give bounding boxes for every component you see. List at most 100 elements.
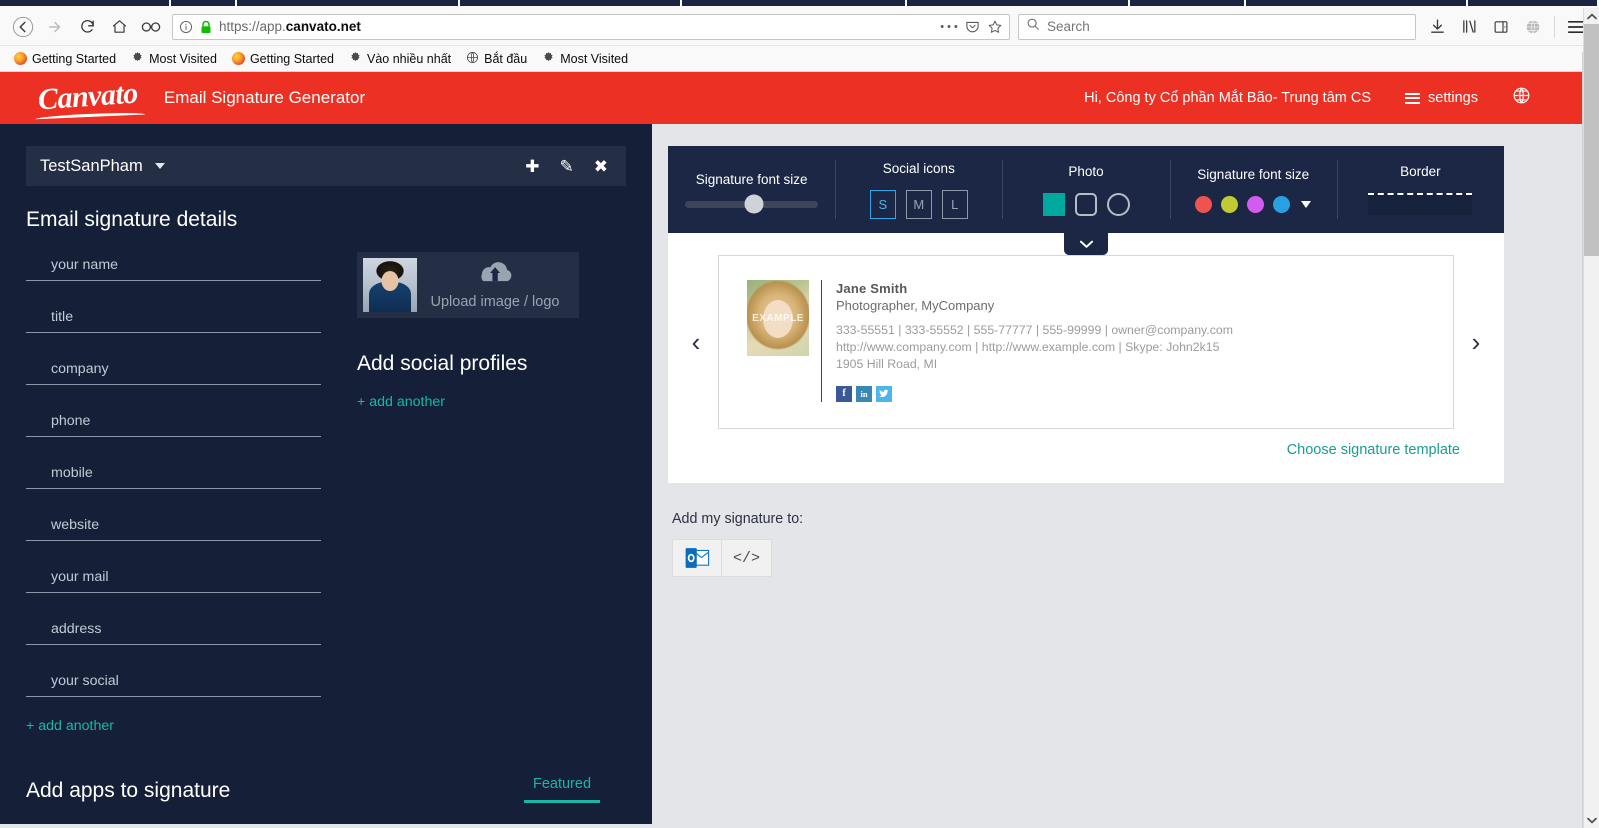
facebook-icon[interactable]: f — [836, 385, 852, 402]
home-button[interactable] — [104, 13, 134, 41]
photo-shape-circle[interactable] — [1106, 192, 1130, 216]
delete-signature-button[interactable]: ✖ — [594, 158, 608, 175]
page-info-icon[interactable] — [179, 20, 193, 34]
language-globe-icon[interactable] — [1512, 86, 1531, 110]
social-size-s[interactable]: S — [869, 189, 896, 219]
edit-signature-button[interactable]: ✎ — [560, 158, 574, 175]
tab-featured[interactable]: Featured — [524, 776, 600, 803]
scrollbar-track[interactable] — [1583, 24, 1599, 812]
toolbar-group-social-icons: Social icons S M L — [835, 146, 1002, 233]
next-template-arrow[interactable]: › — [1454, 329, 1498, 355]
signature-name: TestSanPham — [40, 156, 143, 175]
add-signature-to-label: Add my signature to: — [672, 511, 804, 527]
pocket-icon[interactable] — [965, 19, 980, 34]
field-address[interactable]: address — [26, 614, 321, 645]
bookmark-item[interactable]: Getting Started — [226, 50, 340, 68]
twitter-icon[interactable] — [876, 385, 892, 402]
tab[interactable] — [237, 0, 458, 6]
field-title[interactable]: title — [26, 302, 321, 333]
social-size-l[interactable]: L — [941, 189, 968, 219]
social-add-another-link[interactable]: + add another — [357, 394, 626, 410]
tab-active[interactable] — [907, 0, 1128, 6]
color-swatch-magenta[interactable] — [1247, 195, 1265, 213]
page-scrollbar[interactable] — [1583, 8, 1599, 828]
field-placeholder: address — [51, 621, 102, 637]
signature-fields: your name title company phone mobile web… — [26, 250, 321, 734]
slider-knob[interactable] — [744, 194, 764, 214]
outlook-button[interactable] — [672, 539, 722, 577]
scroll-down-arrow[interactable] — [1586, 812, 1597, 828]
field-website[interactable]: website — [26, 510, 321, 541]
browser-toolbar: https://app.canvato.net Search — [0, 8, 1599, 46]
html-code-button[interactable]: </> — [722, 539, 772, 577]
upload-image-box[interactable]: Upload image / logo — [357, 252, 579, 318]
library-icon[interactable] — [1454, 13, 1484, 41]
bookmark-item[interactable]: Vào nhiều nhất — [343, 49, 457, 69]
field-your-mail[interactable]: your mail — [26, 562, 321, 593]
bookmark-label: Most Visited — [149, 51, 217, 66]
signature-name-text: Jane Smith — [836, 281, 908, 296]
downloads-icon[interactable] — [1422, 13, 1452, 41]
tab[interactable] — [0, 0, 169, 6]
chevron-down-icon[interactable] — [154, 163, 165, 169]
signature-preview-card: Signature font size Social icons S M L P… — [668, 146, 1504, 483]
prev-template-arrow[interactable]: ‹ — [674, 329, 718, 355]
add-signature-button[interactable]: ✚ — [525, 158, 539, 175]
bookmark-item[interactable]: Most Visited — [125, 49, 223, 69]
color-swatch-red[interactable] — [1195, 195, 1213, 213]
tab[interactable] — [681, 0, 906, 6]
toolbar-group-font-size: Signature font size — [668, 146, 835, 233]
photo-shape-square[interactable] — [1042, 192, 1065, 216]
forward-button — [40, 13, 70, 41]
border-style-swatch[interactable] — [1368, 193, 1473, 215]
scroll-up-arrow[interactable] — [1586, 8, 1597, 24]
tab-strip — [0, 0, 1599, 8]
field-your-social[interactable]: your social — [26, 666, 321, 697]
sidebar-toggle-icon[interactable] — [1486, 13, 1516, 41]
field-mobile[interactable]: mobile — [26, 458, 321, 489]
field-placeholder: title — [51, 309, 74, 325]
bookmarks-bar: Getting Started Most Visited Getting Sta… — [0, 46, 1599, 72]
photo-shape-rounded-square[interactable] — [1074, 192, 1097, 216]
signature-social-icons: f in — [836, 385, 1233, 402]
tab[interactable] — [1129, 0, 1244, 6]
bookmark-label: Bắt đầu — [484, 51, 528, 66]
address-bar[interactable]: https://app.canvato.net — [172, 13, 1010, 40]
app-header: Canvato Email Signature Generator Hi, Cô… — [0, 72, 1583, 124]
bookmark-star-icon[interactable] — [987, 19, 1003, 35]
choose-template-link[interactable]: Choose signature template — [1287, 442, 1460, 458]
font-size-slider[interactable] — [685, 194, 819, 214]
page-actions-icon[interactable] — [940, 24, 958, 29]
container-tabs-icon[interactable] — [136, 13, 166, 41]
tab[interactable] — [170, 0, 236, 6]
bookmark-item[interactable]: Getting Started — [8, 50, 122, 68]
signature-selector[interactable]: TestSanPham ✚ ✎ ✖ — [26, 146, 626, 186]
tab[interactable] — [1245, 0, 1466, 6]
color-swatch-yellow-green[interactable] — [1221, 195, 1239, 213]
sidebar: TestSanPham ✚ ✎ ✖ Email signature detail… — [0, 124, 652, 824]
gear-icon — [542, 51, 555, 67]
bookmark-item[interactable]: Bắt đầu — [460, 49, 533, 69]
firefox-icon — [14, 52, 27, 65]
field-placeholder: website — [51, 517, 100, 533]
field-phone[interactable]: phone — [26, 406, 321, 437]
search-bar[interactable]: Search — [1018, 13, 1416, 40]
reload-button[interactable] — [72, 13, 102, 41]
fields-add-another-link[interactable]: + add another — [26, 718, 321, 734]
color-swatch-blue[interactable] — [1273, 195, 1291, 213]
linkedin-icon[interactable]: in — [856, 385, 872, 402]
social-size-m[interactable]: M — [905, 189, 932, 219]
bookmark-item[interactable]: Most Visited — [536, 49, 634, 69]
firefox-icon — [231, 52, 245, 65]
tab[interactable] — [1468, 0, 1598, 6]
scrollbar-thumb[interactable] — [1583, 24, 1599, 256]
settings-button[interactable]: settings — [1405, 90, 1478, 106]
account-globe-icon[interactable] — [1518, 13, 1548, 41]
field-your-name[interactable]: your name — [26, 250, 321, 281]
field-company[interactable]: company — [26, 354, 321, 385]
color-more-chevron-icon[interactable] — [1301, 200, 1312, 208]
signature-role-text: Photographer, MyCompany — [836, 298, 995, 313]
collapse-toolbar-button[interactable] — [1064, 233, 1108, 255]
back-button[interactable] — [8, 13, 38, 41]
tab[interactable] — [459, 0, 680, 6]
